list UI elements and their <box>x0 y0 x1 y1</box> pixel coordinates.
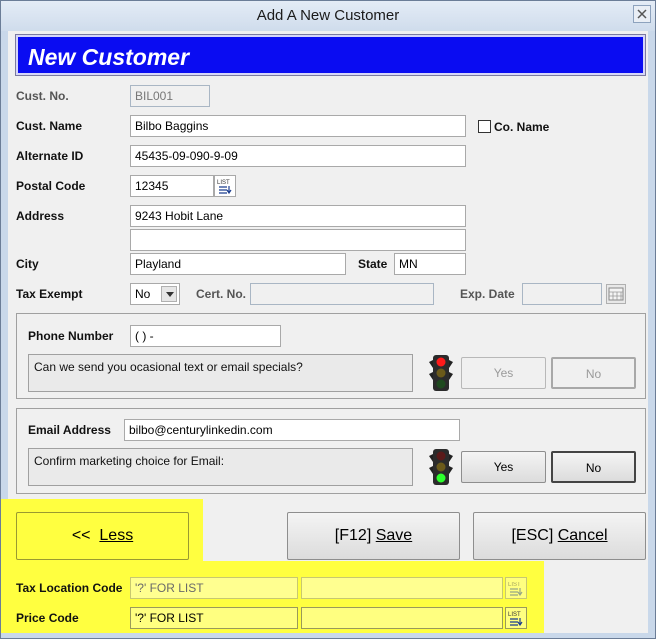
cancel-prefix: [ESC] <box>511 527 554 544</box>
cust-no-field: BIL001 <box>130 85 210 107</box>
banner: New Customer <box>15 34 646 76</box>
phone-label: Phone Number <box>28 329 114 343</box>
save-button[interactable]: [F12] Save <box>287 512 460 560</box>
tax-exempt-label: Tax Exempt <box>16 287 83 301</box>
email-field[interactable]: bilbo@centurylinkedin.com <box>124 419 460 441</box>
co-name-label: Co. Name <box>494 120 550 134</box>
address-line1-field[interactable]: 9243 Hobit Lane <box>130 205 466 227</box>
cust-name-field[interactable]: Bilbo Baggins <box>130 115 466 137</box>
save-label: Save <box>375 527 413 544</box>
price-code-desc <box>301 607 503 629</box>
tax-location-field: '?' FOR LIST <box>130 577 298 599</box>
calendar-button[interactable] <box>606 284 626 304</box>
window-title: Add A New Customer <box>256 7 400 24</box>
state-field[interactable]: MN <box>394 253 466 275</box>
tax-location-list-button: LIST <box>505 577 527 599</box>
address-label: Address <box>16 209 65 223</box>
phone-yes-button[interactable]: Yes <box>461 357 546 389</box>
phone-question: Can we send you ocasional text or email … <box>28 354 413 392</box>
cancel-label: Cancel <box>557 527 608 544</box>
email-no-button[interactable]: No <box>551 451 636 483</box>
less-label: Less <box>99 527 134 544</box>
less-button[interactable]: << Less <box>16 512 189 560</box>
alternate-id-field[interactable]: 45435-09-090-9-09 <box>130 145 466 167</box>
save-prefix: [F12] <box>334 527 372 544</box>
svg-text:LIST: LIST <box>508 582 521 588</box>
email-question: Confirm marketing choice for Email: <box>28 448 413 486</box>
address-line2-field[interactable] <box>130 229 466 251</box>
list-icon: LIST <box>508 612 523 626</box>
email-group: Email Address bilbo@centurylinkedin.com … <box>16 408 646 494</box>
cert-no-label: Cert. No. <box>196 287 247 301</box>
svg-text:LIST: LIST <box>508 612 521 618</box>
less-prefix: << <box>71 527 91 544</box>
form-body: New Customer Cust. No. BIL001 Cust. Name… <box>1 31 648 633</box>
postal-code-field[interactable]: 12345 <box>130 175 214 197</box>
title-bar: Add A New Customer <box>1 1 655 31</box>
tax-location-desc <box>301 577 503 599</box>
tax-location-label: Tax Location Code <box>16 581 123 595</box>
city-label: City <box>16 257 39 271</box>
chevron-down-icon <box>161 286 177 302</box>
svg-text:LIST: LIST <box>217 180 230 186</box>
price-code-field[interactable]: '?' FOR LIST <box>130 607 298 629</box>
close-icon[interactable] <box>633 5 651 23</box>
city-field[interactable]: Playland <box>130 253 346 275</box>
traffic-light-icon <box>429 449 453 485</box>
cust-no-label: Cust. No. <box>16 89 69 103</box>
price-code-list-button[interactable]: LIST <box>505 607 527 629</box>
phone-no-button[interactable]: No <box>551 357 636 389</box>
cust-name-label: Cust. Name <box>16 119 83 133</box>
add-customer-window: Add A New Customer New Customer Cust. No… <box>0 0 656 639</box>
state-label: State <box>358 257 388 271</box>
postal-code-label: Postal Code <box>16 179 86 193</box>
phone-group: Phone Number ( ) - Can we send you ocasi… <box>16 313 646 399</box>
co-name-checkbox[interactable] <box>478 120 491 133</box>
traffic-light-icon <box>429 355 453 391</box>
tax-exempt-select[interactable]: No <box>130 283 180 305</box>
email-label: Email Address <box>28 423 111 437</box>
tax-exempt-value: No <box>135 287 151 301</box>
banner-title: New Customer <box>28 44 190 70</box>
email-yes-button[interactable]: Yes <box>461 451 546 483</box>
phone-field[interactable]: ( ) - <box>130 325 281 347</box>
list-icon: LIST <box>508 582 523 596</box>
exp-date-label: Exp. Date <box>460 287 515 301</box>
alternate-id-label: Alternate ID <box>16 149 84 163</box>
cert-no-field <box>250 283 434 305</box>
exp-date-field <box>522 283 602 305</box>
list-icon: LIST <box>217 180 232 194</box>
cancel-button[interactable]: [ESC] Cancel <box>473 512 646 560</box>
calendar-icon <box>608 287 624 301</box>
price-code-label: Price Code <box>16 611 79 625</box>
postal-list-button[interactable]: LIST <box>214 175 236 197</box>
